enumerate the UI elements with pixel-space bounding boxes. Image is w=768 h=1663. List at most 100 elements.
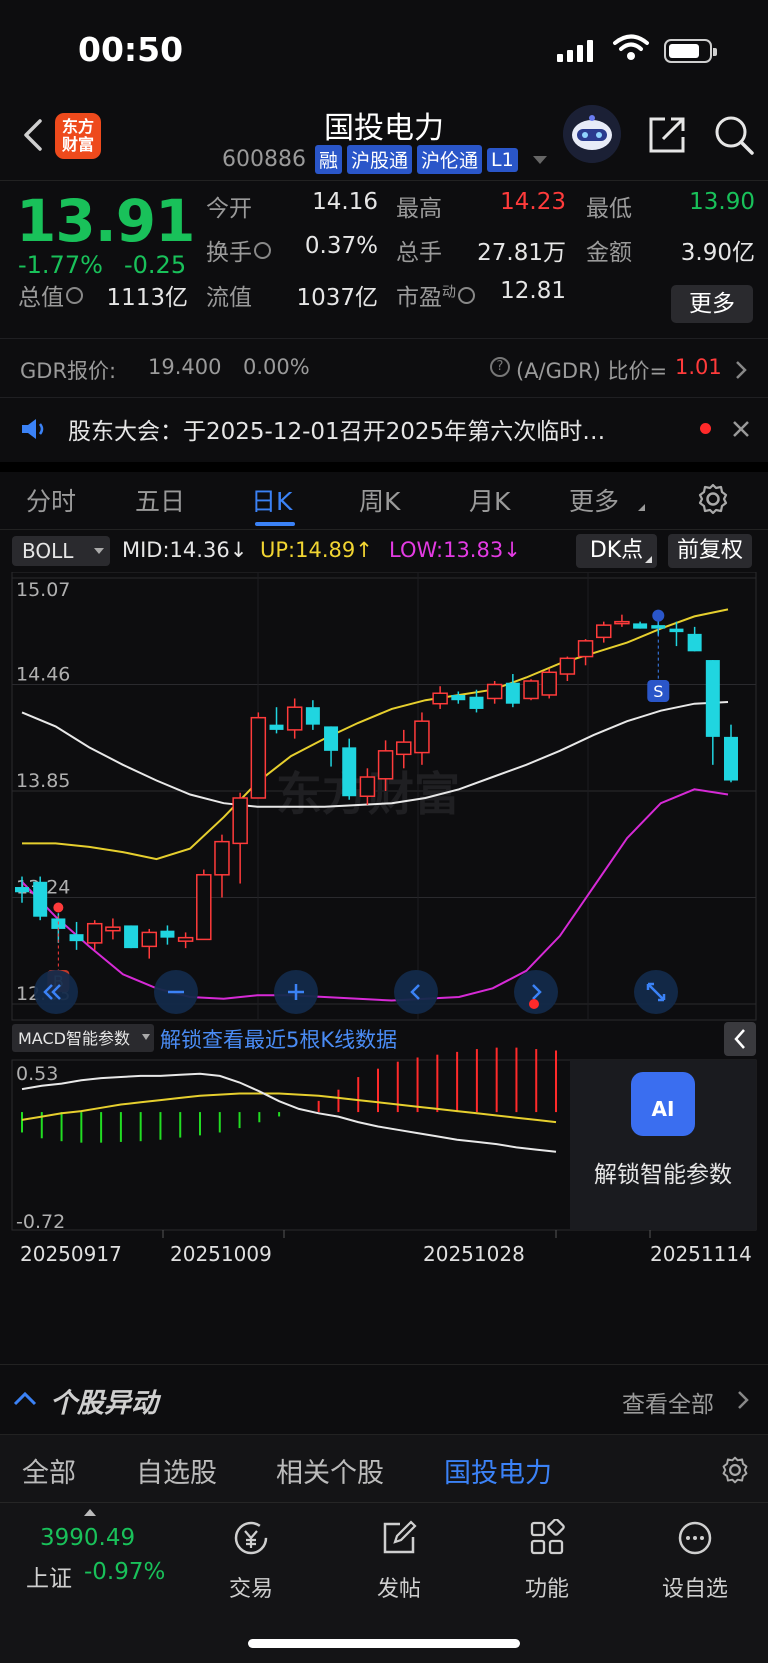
open-value: 14.16 <box>312 189 378 215</box>
candle-body <box>324 726 339 751</box>
boll-selector-label: BOLL <box>22 539 74 563</box>
candle-body <box>305 707 320 725</box>
adjust-mode-button[interactable]: 前复权 <box>668 534 752 568</box>
candle-body <box>541 671 557 696</box>
nav-add-watch-label: 设自选 <box>661 1577 728 1602</box>
notice-bar[interactable]: 股东大会：于2025-12-01召开2025年第六次临时… <box>0 398 768 460</box>
low-label: 最低 <box>586 196 632 222</box>
nav-post[interactable]: 发帖 <box>354 1519 444 1603</box>
info-icon[interactable] <box>66 287 83 304</box>
index-value[interactable]: 3990.49 <box>40 1525 135 1551</box>
grid-icon <box>530 1518 565 1555</box>
macd-selector-label: MACD智能参数 <box>18 1029 130 1048</box>
float-cap-value: 1037亿 <box>296 285 378 311</box>
assistant-robot-icon[interactable] <box>563 105 621 163</box>
candle-body <box>377 750 394 780</box>
candle-body <box>214 840 230 876</box>
indicator-bar: BOLL MID:14.36↓ UP:14.89↑ LOW:13.83↓ DK点… <box>0 532 768 572</box>
pe-label-text: 市盈 <box>396 285 442 311</box>
ai-unlock-label: 解锁智能参数 <box>594 1162 732 1188</box>
candle-body <box>396 741 412 756</box>
period-tabs: 分时 五日 日K 周K 月K 更多 <box>0 472 768 530</box>
change-pct: -1.77% <box>18 251 103 279</box>
amount-label: 金额 <box>586 240 632 266</box>
candle-body <box>614 620 630 625</box>
dk-point-label: DK点 <box>589 538 644 563</box>
tab-more[interactable]: 更多 <box>569 482 619 518</box>
pe-label: 市盈动 <box>396 278 475 312</box>
bottom-nav: 3990.49 上证 -0.97% 交易 发帖 功能 设自选 <box>0 1502 768 1663</box>
candle-body <box>269 724 284 730</box>
share-icon[interactable] <box>645 113 689 157</box>
subtab-all[interactable]: 全部 <box>22 1451 76 1490</box>
unread-dot <box>700 423 711 434</box>
gdr-row[interactable]: GDR报价: 19.400 0.00% ? (A/GDR) 比价= 1.01 <box>0 338 768 398</box>
turnover-label: 换手 <box>206 233 271 267</box>
gear-icon[interactable] <box>720 1455 750 1485</box>
stock-subline[interactable]: 600886 融 沪股通 沪伦通 L1 <box>222 145 547 174</box>
chevron-down-icon[interactable] <box>532 155 547 164</box>
candle-body <box>177 936 194 942</box>
candle-body <box>196 874 212 941</box>
x-tick-label: 20250917 <box>20 1242 122 1266</box>
tab-daily-k[interactable]: 日K <box>251 482 292 518</box>
related-tabs: 全部 自选股 相关个股 国投电力 <box>0 1434 768 1502</box>
tab-five-day[interactable]: 五日 <box>135 482 185 518</box>
k-line-chart[interactable]: 15.0714.4613.8513.2412.63东方财富BSMACD智能参数解… <box>0 572 768 1362</box>
macd-y-label-top: 0.53 <box>16 1063 58 1085</box>
high-label: 最高 <box>396 196 442 222</box>
boll-selector[interactable]: BOLL <box>12 536 110 566</box>
subtab-watchlist[interactable]: 自选股 <box>136 1451 217 1490</box>
low-value: 13.90 <box>689 189 755 215</box>
scroll-left-button[interactable] <box>394 970 438 1014</box>
home-indicator[interactable] <box>248 1639 520 1648</box>
search-icon[interactable] <box>712 113 756 157</box>
quote-panel: 13.91 -1.77% -0.25 今开 14.16 最高 14.23 最低 … <box>0 180 768 330</box>
candle-body <box>559 657 576 675</box>
stock-movers-header[interactable]: 个股异动 查看全部 <box>0 1364 768 1432</box>
candle-body <box>141 931 158 948</box>
boll-up-text: UP:14.89 <box>260 538 356 562</box>
unlock-kline-link[interactable]: 解锁查看最近5根K线数据 <box>160 1028 397 1052</box>
subtab-related[interactable]: 相关个股 <box>276 1451 384 1490</box>
boll-up: UP:14.89↑ <box>260 538 373 562</box>
tab-monthly-k[interactable]: 月K <box>469 482 510 518</box>
section-gap <box>0 462 768 472</box>
signal-icon <box>557 38 593 62</box>
chevron-up-icon[interactable] <box>12 1389 38 1407</box>
speaker-icon <box>22 419 44 439</box>
collapse-button[interactable] <box>724 1022 756 1056</box>
candle-body <box>15 887 29 893</box>
more-button[interactable]: 更多 <box>671 285 753 323</box>
help-icon[interactable]: ? <box>490 357 510 377</box>
caret-up-icon[interactable] <box>84 1509 96 1516</box>
high-value: 14.23 <box>500 189 566 215</box>
ai-icon-label: AI <box>652 1097 675 1121</box>
candle-body <box>523 680 539 700</box>
subtab-current-stock[interactable]: 国投电力 <box>444 1451 552 1490</box>
status-bar: 00:50 <box>0 0 768 95</box>
scroll-left-far-button[interactable] <box>34 970 78 1014</box>
gear-icon[interactable] <box>696 482 730 516</box>
gdr-ratio-label: (A/GDR) 比价= <box>516 359 668 383</box>
tab-weekly-k[interactable]: 周K <box>359 482 400 518</box>
tab-intraday[interactable]: 分时 <box>26 482 76 518</box>
mktcap-label-text: 总值 <box>18 285 64 311</box>
gdr-price: 19.400 <box>148 355 222 379</box>
tag-sh-connect: 沪股通 <box>347 145 413 174</box>
view-all-link[interactable]: 查看全部 <box>622 1385 714 1419</box>
sell-marker-label: S <box>653 682 663 701</box>
nav-trade[interactable]: 交易 <box>206 1519 296 1603</box>
volume-value: 27.81万 <box>477 240 566 266</box>
nav-add-watch[interactable]: 设自选 <box>650 1519 740 1603</box>
info-icon[interactable] <box>254 242 271 259</box>
info-icon[interactable] <box>458 287 475 304</box>
boll-up-arrow: ↑ <box>355 538 373 562</box>
close-icon[interactable] <box>730 418 752 440</box>
candle-body <box>486 683 503 700</box>
boll-mid: MID:14.36↓ <box>122 538 247 562</box>
last-price: 13.91 <box>16 187 195 255</box>
amount-value: 3.90亿 <box>680 240 755 266</box>
nav-functions[interactable]: 功能 <box>502 1518 592 1603</box>
tag-margin: 融 <box>314 145 342 174</box>
